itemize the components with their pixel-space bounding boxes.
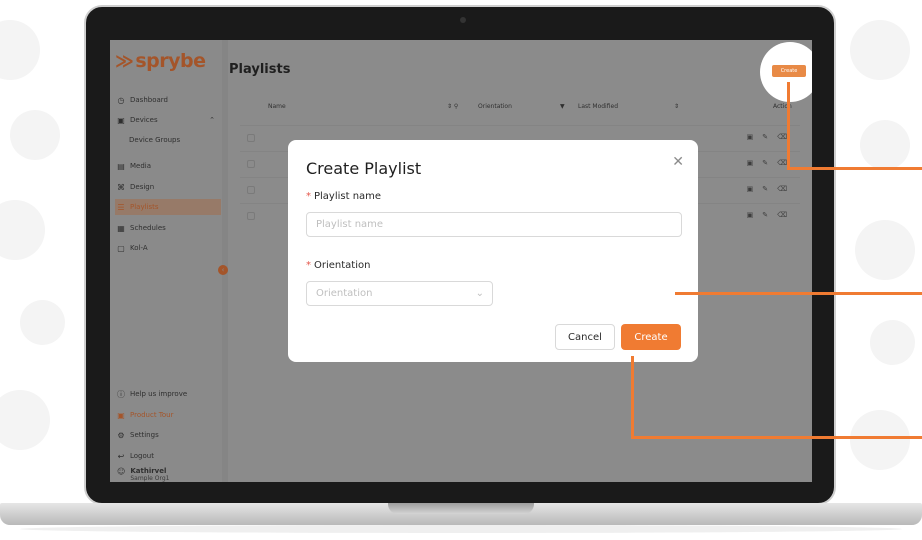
sort-search-icon[interactable]: ⇕ ⚲ [447, 103, 458, 110]
callout-line-create-modal-h [631, 436, 922, 439]
user-icon: ☺ [117, 467, 126, 476]
column-last-modified[interactable]: Last Modified [578, 103, 618, 110]
logo-mark-icon: ≫ [115, 50, 134, 72]
help-icon: ⓘ [117, 389, 125, 399]
playlist-name-input[interactable] [306, 212, 682, 237]
cancel-button[interactable]: Cancel [555, 324, 615, 350]
sidebar-item-settings[interactable]: ⚙ Settings [115, 427, 221, 443]
orientation-label: * Orientation [306, 260, 371, 271]
sidebar-divider [222, 40, 228, 482]
sidebar-item-logout[interactable]: ↩ Logout [115, 448, 221, 464]
sidebar-item-help[interactable]: ⓘ Help us improve [115, 386, 221, 402]
row-checkbox[interactable] [247, 160, 255, 168]
screen-icon: ▢ [117, 243, 125, 253]
playlist-name-label: * Playlist name [306, 191, 382, 202]
filter-icon[interactable]: ▼ [560, 103, 565, 110]
sidebar-item-kol-a[interactable]: ▢ Kol-A [115, 240, 221, 256]
sidebar-item-dashboard[interactable]: ◷ Dashboard [115, 92, 221, 108]
sort-icon[interactable]: ⇕ [674, 103, 679, 110]
row-checkbox[interactable] [247, 212, 255, 220]
row-actions[interactable]: ▣✎⌫ [747, 211, 796, 219]
row-checkbox[interactable] [247, 134, 255, 142]
design-icon: ⌘ [117, 182, 125, 192]
logout-icon: ↩ [117, 451, 125, 461]
sidebar-item-schedules[interactable]: ▦ Schedules [115, 220, 221, 236]
callout-line-form [675, 292, 922, 295]
sidebar-item-media[interactable]: ▤ Media [115, 158, 221, 174]
required-marker: * [306, 191, 311, 202]
page-title: Playlists [229, 62, 291, 77]
create-playlist-button[interactable]: Create [772, 65, 806, 77]
sidebar-item-product-tour[interactable]: ▣ Product Tour [115, 407, 221, 423]
devices-icon: ▣ [117, 115, 125, 125]
camera-dot [460, 17, 466, 23]
laptop-notch [388, 503, 534, 514]
sidebar-item-device-groups[interactable]: Device Groups [115, 132, 221, 148]
modal-title: Create Playlist [306, 159, 422, 178]
laptop-frame: ≫ sprybe ◷ Dashboard ▣ Devices ⌃ Device … [84, 5, 836, 505]
column-orientation[interactable]: Orientation [478, 103, 512, 110]
sidebar-item-design[interactable]: ⌘ Design [115, 179, 221, 195]
row-actions[interactable]: ▣✎⌫ [747, 185, 796, 193]
playlist-icon: ☰ [117, 202, 125, 212]
clock-icon: ◷ [117, 95, 125, 105]
close-icon[interactable]: ✕ [672, 154, 684, 170]
gear-icon: ⚙ [117, 430, 125, 440]
create-playlist-modal: Create Playlist ✕ *Playlist name *Orient… [288, 140, 698, 362]
tour-icon: ▣ [117, 410, 125, 420]
sidebar-item-devices[interactable]: ▣ Devices ⌃ [115, 112, 221, 128]
media-icon: ▤ [117, 161, 125, 171]
callout-line-create-top [787, 82, 790, 170]
table-header: Name ⇕ ⚲ Orientation ▼ Last Modified ⇕ A… [240, 100, 800, 114]
callout-line-create-top-h [787, 167, 922, 170]
schedule-icon: ▦ [117, 223, 125, 233]
user-profile[interactable]: ☺ Kathirvel Sample Org1 [117, 467, 169, 482]
row-checkbox[interactable] [247, 186, 255, 194]
callout-line-create-modal [631, 356, 634, 439]
create-button[interactable]: Create [621, 324, 681, 350]
orientation-select[interactable]: Orientation ⌄ [306, 281, 493, 306]
logo: ≫ sprybe [115, 50, 206, 72]
sidebar: ≫ sprybe ◷ Dashboard ▣ Devices ⌃ Device … [110, 40, 222, 482]
required-marker: * [306, 260, 311, 271]
collapse-sidebar-button[interactable]: ‹ [218, 265, 228, 275]
column-name[interactable]: Name [268, 103, 286, 110]
sidebar-item-playlists[interactable]: ☰ Playlists [115, 199, 221, 215]
chevron-down-icon: ⌄ [475, 288, 484, 299]
chevron-up-icon: ⌃ [209, 116, 215, 124]
laptop-shadow [20, 525, 902, 533]
laptop-base [0, 503, 922, 525]
app-screen: ≫ sprybe ◷ Dashboard ▣ Devices ⌃ Device … [110, 40, 812, 482]
